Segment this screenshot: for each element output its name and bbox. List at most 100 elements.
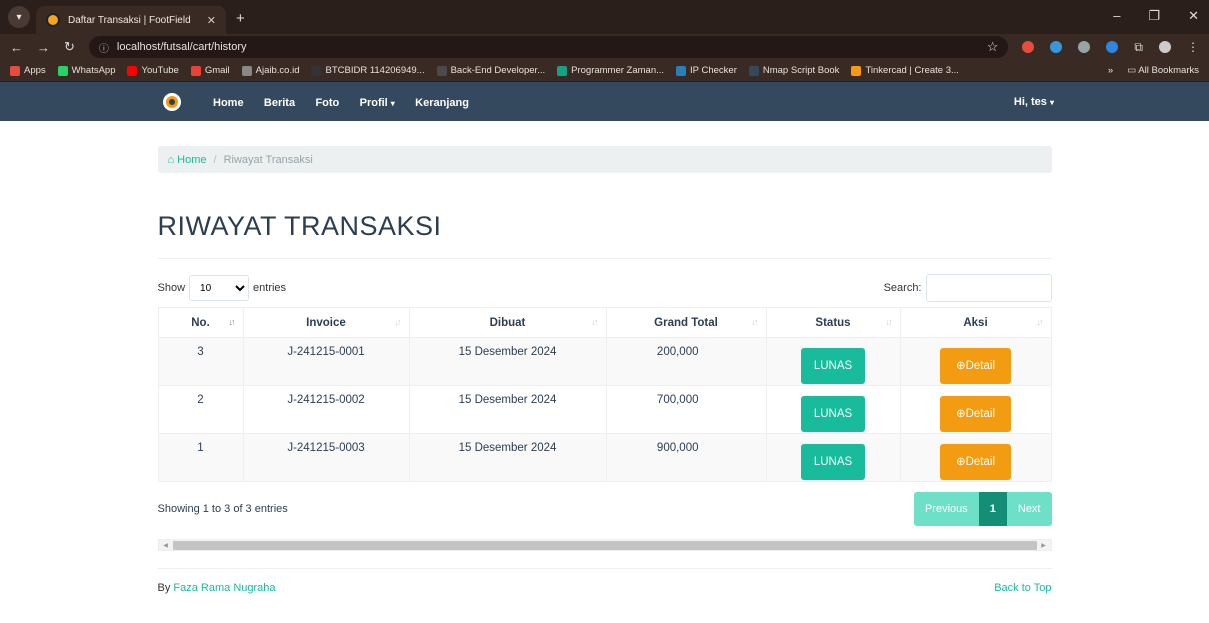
bookmark-item[interactable]: Nmap Script Book bbox=[748, 65, 839, 76]
zoom-in-icon: ⊕ bbox=[955, 456, 966, 468]
bookmark-favicon-icon bbox=[557, 65, 568, 76]
bookmarks-overflow-button[interactable]: » bbox=[1108, 65, 1113, 76]
tab-search-icon[interactable]: ▾ bbox=[8, 6, 30, 28]
extension-gray-icon[interactable] bbox=[1078, 41, 1091, 53]
footer-credit: By Faza Rama Nugraha bbox=[158, 582, 276, 594]
table-controls: Show 10 entries Search: bbox=[158, 274, 1052, 302]
cell-dibuat: 15 Desember 2024 bbox=[408, 433, 607, 482]
user-menu[interactable]: Hi, tes ▾ bbox=[1014, 96, 1054, 108]
detail-button[interactable]: ⊕Detail bbox=[940, 396, 1011, 432]
nav-keranjang[interactable]: Keranjang bbox=[415, 97, 469, 109]
tab-bar: ▾ Daftar Transaksi | FootField ✕ + – ❐ ✕ bbox=[0, 0, 1209, 34]
page-title: RIWAYAT TRANSAKSI bbox=[157, 211, 1052, 259]
page-1-button[interactable]: 1 bbox=[978, 492, 1007, 526]
all-bookmarks-button[interactable]: ▭ All Bookmarks bbox=[1127, 65, 1199, 76]
bookmark-star-icon[interactable]: ☆ bbox=[987, 39, 999, 55]
sort-desc-icon: ↓↑ bbox=[228, 317, 236, 327]
caret-down-icon: ▾ bbox=[390, 98, 395, 108]
table-info: Showing 1 to 3 of 3 entries bbox=[157, 503, 288, 515]
minimize-icon[interactable]: – bbox=[1113, 8, 1120, 24]
breadcrumb-separator: / bbox=[213, 153, 217, 166]
table-body: 3 J-241215-0001 15 Desember 2024 200,000 LUN… bbox=[157, 337, 1052, 482]
bookmark-item[interactable]: Back-End Developer... bbox=[436, 65, 545, 76]
scroll-left-icon[interactable]: ◀ bbox=[159, 542, 173, 549]
browser-tab[interactable]: Daftar Transaksi | FootField ✕ bbox=[36, 6, 226, 34]
search-input[interactable] bbox=[925, 274, 1052, 302]
column-header-label: No. bbox=[191, 316, 210, 329]
all-bookmarks-label: All Bookmarks bbox=[1138, 65, 1199, 76]
bookmark-item[interactable]: Apps bbox=[10, 65, 46, 76]
nav-home[interactable]: Home bbox=[213, 97, 244, 109]
cell-invoice: J-241215-0002 bbox=[242, 385, 410, 434]
column-header-aksi[interactable]: Aksi ↓↑ bbox=[899, 307, 1052, 338]
bookmark-item[interactable]: Ajaib.co.id bbox=[241, 65, 300, 76]
entries-length-select[interactable]: 10 bbox=[189, 275, 250, 301]
extension-blue-icon[interactable] bbox=[1050, 41, 1063, 53]
close-window-icon[interactable]: ✕ bbox=[1188, 8, 1199, 24]
nav-foto[interactable]: Foto bbox=[315, 97, 339, 109]
next-button[interactable]: Next bbox=[1006, 492, 1052, 526]
bookmark-item[interactable]: Tinkercad | Create 3... bbox=[851, 65, 959, 76]
reload-icon[interactable]: ↻ bbox=[64, 39, 75, 55]
bookmark-item[interactable]: BTCBIDR 114206949... bbox=[311, 65, 425, 76]
bookmarks-bar-right: » ▭ All Bookmarks bbox=[1108, 65, 1199, 76]
back-icon[interactable]: ← bbox=[10, 40, 23, 55]
bookmark-item[interactable]: WhatsApp bbox=[57, 65, 115, 76]
column-header-status[interactable]: Status ↓↑ bbox=[765, 307, 901, 338]
breadcrumb-home[interactable]: ⌂ Home bbox=[168, 154, 207, 166]
site-info-icon[interactable]: ⓘ bbox=[99, 40, 109, 55]
close-tab-icon[interactable]: ✕ bbox=[207, 14, 216, 27]
bookmark-favicon-icon bbox=[57, 65, 68, 76]
detail-button[interactable]: ⊕Detail bbox=[940, 348, 1011, 384]
nav-profil[interactable]: Profil ▾ bbox=[360, 97, 395, 109]
horizontal-scrollbar[interactable]: ◀ ▶ bbox=[157, 539, 1052, 551]
extensions-area: ⧉ ⋮ bbox=[1022, 40, 1199, 55]
cell-status: LUNAS bbox=[765, 433, 901, 482]
previous-button[interactable]: Previous bbox=[913, 492, 979, 526]
column-header-invoice[interactable]: Invoice ↓↑ bbox=[242, 307, 410, 338]
cell-status: LUNAS bbox=[765, 337, 901, 386]
bookmark-favicon-icon bbox=[436, 65, 447, 76]
url-field[interactable]: ⓘ localhost/futsal/cart/history ☆ bbox=[88, 36, 1009, 58]
column-header-label: Invoice bbox=[306, 316, 346, 329]
bookmark-label: Ajaib.co.id bbox=[255, 65, 300, 76]
column-header-no[interactable]: No. ↓↑ bbox=[157, 307, 244, 338]
detail-button-label: Detail bbox=[965, 408, 996, 420]
detail-button[interactable]: ⊕Detail bbox=[940, 444, 1011, 480]
cell-status: LUNAS bbox=[765, 385, 901, 434]
restore-icon[interactable]: ❐ bbox=[1148, 8, 1160, 24]
bookmark-label: YouTube bbox=[141, 65, 179, 76]
bookmark-item[interactable]: Programmer Zaman... bbox=[557, 65, 664, 76]
bookmark-item[interactable]: YouTube bbox=[127, 65, 179, 76]
bookmark-item[interactable]: Gmail bbox=[190, 65, 230, 76]
cell-dibuat: 15 Desember 2024 bbox=[408, 337, 607, 386]
bookmark-label: IP Checker bbox=[690, 65, 737, 76]
bookmark-favicon-icon bbox=[10, 65, 20, 76]
extensions-puzzle-icon[interactable]: ⧉ bbox=[1134, 40, 1143, 55]
forward-icon[interactable]: → bbox=[37, 40, 50, 55]
breadcrumb-home-label: Home bbox=[177, 153, 207, 166]
author-link[interactable]: Faza Rama Nugraha bbox=[173, 582, 275, 594]
column-header-dibuat[interactable]: Dibuat ↓↑ bbox=[408, 307, 607, 338]
profile-avatar-icon[interactable] bbox=[1159, 41, 1171, 53]
column-header-label: Dibuat bbox=[489, 316, 526, 329]
entries-label: entries bbox=[253, 282, 287, 294]
football-logo-icon[interactable] bbox=[163, 92, 181, 111]
page-footer: By Faza Rama Nugraha Back to Top bbox=[157, 568, 1052, 594]
bookmark-favicon-icon bbox=[190, 65, 201, 76]
scroll-right-icon[interactable]: ▶ bbox=[1037, 542, 1051, 549]
nav-profil-label: Profil bbox=[359, 96, 388, 109]
column-header-grand-total[interactable]: Grand Total ↓↑ bbox=[605, 307, 767, 338]
extension-red-icon[interactable] bbox=[1022, 41, 1035, 53]
table-header-row: No. ↓↑ Invoice ↓↑ Dibuat ↓↑ Grand Total ↓↑ S… bbox=[157, 307, 1052, 338]
bookmark-item[interactable]: IP Checker bbox=[676, 65, 737, 76]
new-tab-button[interactable]: + bbox=[236, 10, 245, 27]
user-greeting: Hi, tes bbox=[1013, 95, 1047, 108]
extension-shield-icon[interactable] bbox=[1106, 41, 1119, 53]
kebab-menu-icon[interactable]: ⋮ bbox=[1187, 40, 1199, 54]
caret-down-icon: ▾ bbox=[1049, 97, 1054, 107]
scroll-thumb[interactable] bbox=[172, 540, 1037, 550]
bookmark-favicon-icon bbox=[851, 65, 862, 76]
back-to-top-link[interactable]: Back to Top bbox=[994, 582, 1051, 594]
nav-berita[interactable]: Berita bbox=[264, 97, 295, 109]
